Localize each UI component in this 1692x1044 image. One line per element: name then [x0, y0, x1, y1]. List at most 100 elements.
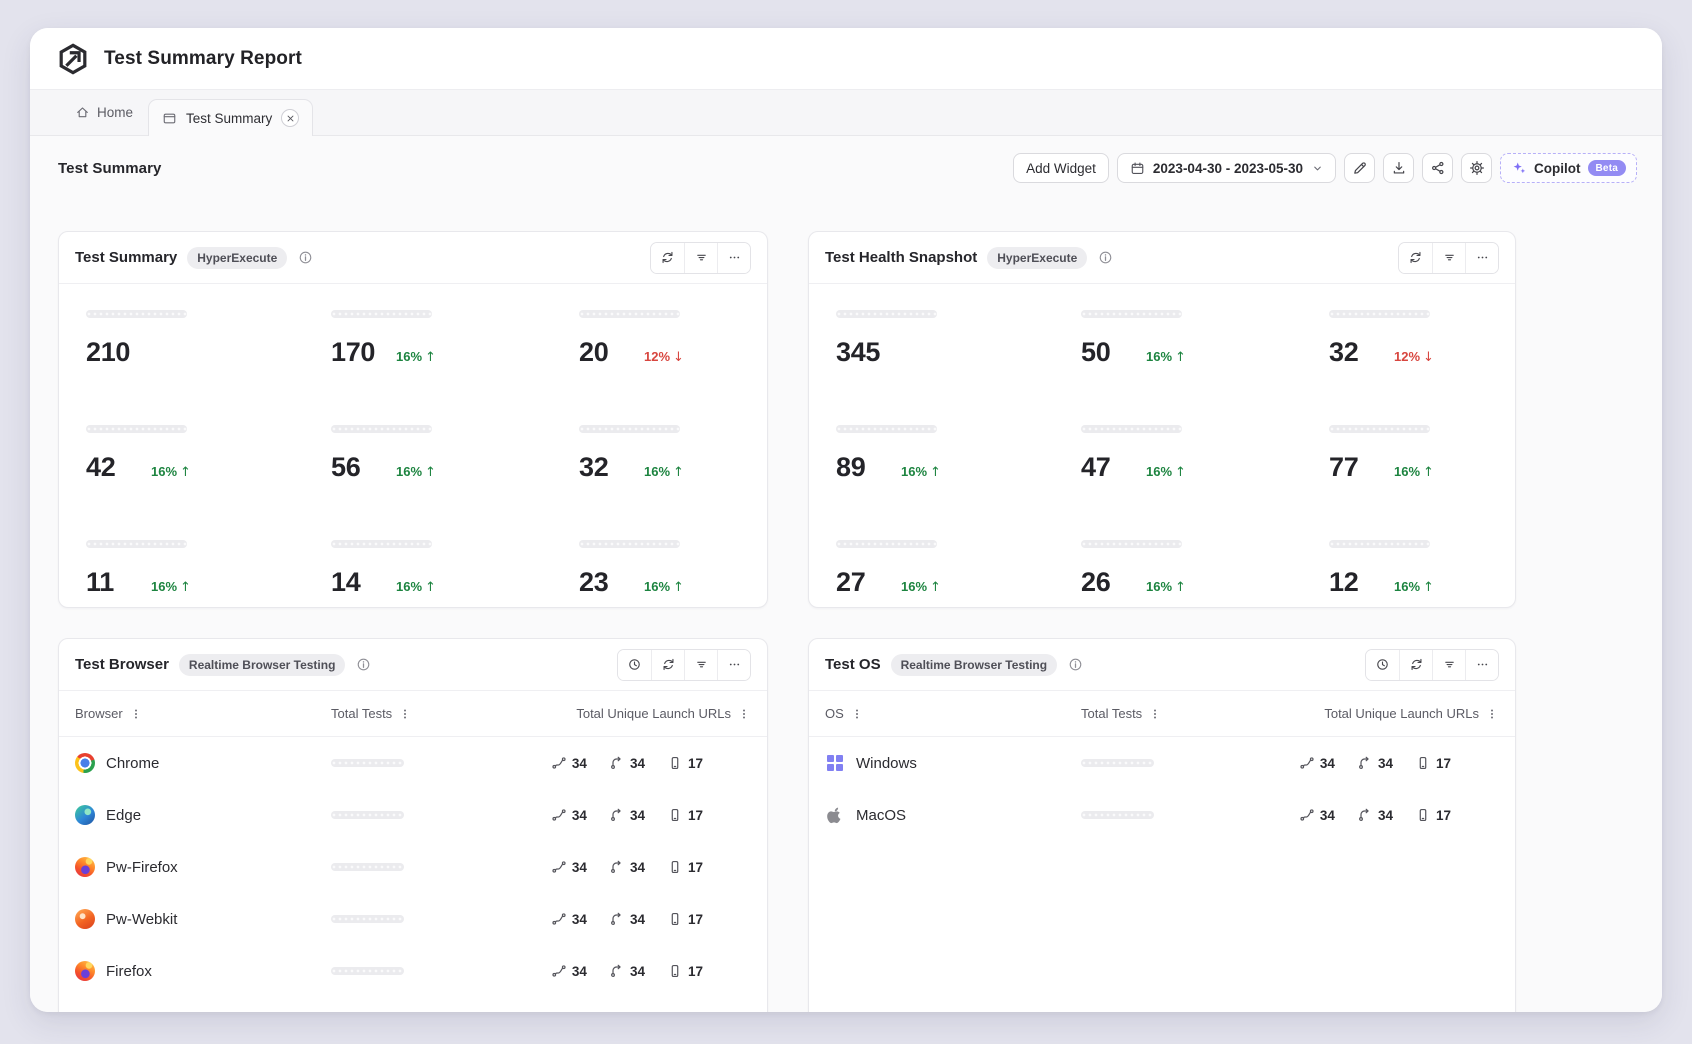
beta-badge: Beta [1588, 160, 1626, 176]
gear-icon [1469, 160, 1485, 176]
column-label: Total Tests [331, 706, 392, 721]
widget-header: Test OS Realtime Browser Testing [809, 639, 1515, 691]
metric-value: 20 [579, 337, 636, 368]
stat-value: 34 [630, 756, 645, 771]
copilot-button[interactable]: Copilot Beta [1500, 153, 1637, 183]
metric-value-row: 56 16%↑ [331, 452, 579, 483]
tab-test-summary[interactable]: Test Summary [148, 99, 313, 136]
stat-value: 34 [572, 860, 587, 875]
arrow-down-icon: ↓ [673, 350, 684, 365]
clock-button[interactable] [618, 650, 651, 680]
row-name: Firefox [106, 963, 152, 980]
metric-delta: 16%↑ [396, 464, 436, 480]
more-button[interactable] [1465, 650, 1498, 680]
stat-value: 34 [572, 964, 587, 979]
more-button[interactable] [717, 650, 750, 680]
date-range-picker[interactable]: 2023-04-30 - 2023-05-30 [1117, 153, 1336, 183]
arrow-up-icon: ↑ [1175, 465, 1186, 480]
widget-badge: Realtime Browser Testing [891, 654, 1057, 676]
column-menu-icon[interactable] [129, 707, 143, 721]
column-menu-icon[interactable] [737, 707, 751, 721]
refresh-button[interactable] [651, 650, 684, 680]
refresh-button[interactable] [1399, 650, 1432, 680]
metrics-grid: 210 170 16%↑ 20 12%↓ 42 16%↑ 56 [59, 284, 767, 655]
column-menu-icon[interactable] [398, 707, 412, 721]
column-label: Total Tests [1081, 706, 1142, 721]
info-icon[interactable] [1097, 249, 1114, 266]
metric-label-skeleton [1329, 540, 1430, 548]
filter-button[interactable] [684, 650, 717, 680]
mobile-icon [667, 859, 683, 875]
metric-delta: 16%↑ [1146, 464, 1186, 480]
info-icon[interactable] [355, 656, 372, 673]
metric-value: 27 [836, 567, 893, 598]
more-button[interactable] [717, 243, 750, 273]
stat-value: 34 [1378, 808, 1393, 823]
value-skeleton [331, 811, 404, 819]
metric-delta: 16%↑ [151, 579, 191, 595]
share-button[interactable] [1422, 153, 1453, 183]
pencil-button[interactable] [1344, 153, 1375, 183]
pencil-icon [1352, 160, 1368, 176]
download-button[interactable] [1383, 153, 1414, 183]
row-name: Edge [106, 807, 141, 824]
browser-table: Browser Total Tests Total Unique Launch … [59, 691, 767, 997]
metric-delta: 16%↑ [396, 579, 436, 595]
metric-value: 345 [836, 337, 893, 368]
info-icon[interactable] [1067, 656, 1084, 673]
column-menu-icon[interactable] [1485, 707, 1499, 721]
widget-badge: HyperExecute [187, 247, 287, 269]
mobile-icon [667, 755, 683, 771]
arrow-up-icon: ↑ [673, 580, 684, 595]
gear-button[interactable] [1461, 153, 1492, 183]
column-menu-icon[interactable] [850, 707, 864, 721]
widget-actions [1398, 242, 1499, 274]
arrow-up-icon: ↑ [180, 465, 191, 480]
refresh-button[interactable] [1399, 243, 1432, 273]
branch-icon [609, 911, 625, 927]
metric-delta: 16%↑ [644, 464, 684, 480]
arrow-up-icon: ↑ [425, 580, 436, 595]
metric-value-row: 47 16%↑ [1081, 452, 1329, 483]
branch-icon [1357, 755, 1373, 771]
metric-cell: 89 16%↑ [836, 425, 1081, 540]
windows-icon [825, 753, 845, 773]
filter-button[interactable] [1432, 243, 1465, 273]
filter-button[interactable] [1432, 650, 1465, 680]
row-name: MacOS [856, 807, 906, 824]
tab-close-button[interactable] [281, 109, 299, 127]
metric-cell: 50 16%↑ [1081, 310, 1329, 425]
filter-button[interactable] [684, 243, 717, 273]
metric-value-row: 32 16%↑ [579, 452, 767, 483]
branch-icon [609, 859, 625, 875]
info-icon[interactable] [297, 249, 314, 266]
stat-value: 34 [630, 860, 645, 875]
table-row: MacOS 343417 [809, 789, 1515, 841]
branch-icon [609, 755, 625, 771]
row-name: Chrome [106, 755, 159, 772]
more-button[interactable] [1465, 243, 1498, 273]
metric-cell: 47 16%↑ [1081, 425, 1329, 540]
stat-value: 17 [688, 964, 703, 979]
refresh-button[interactable] [651, 243, 684, 273]
widget-actions [650, 242, 751, 274]
arrow-down-icon: ↓ [1423, 350, 1434, 365]
column-menu-icon[interactable] [1148, 707, 1162, 721]
metric-value: 14 [331, 567, 388, 598]
stat: 34 [551, 911, 587, 927]
widget-test-os: Test OS Realtime Browser Testing OS Tota… [808, 638, 1516, 1012]
more-icon [727, 250, 742, 265]
clock-button[interactable] [1366, 650, 1399, 680]
stat: 34 [551, 963, 587, 979]
filter-icon [694, 250, 709, 265]
branch-icon [609, 807, 625, 823]
tab-home-label: Home [97, 105, 133, 120]
share-icon [1430, 160, 1446, 176]
metric-value-row: 77 16%↑ [1329, 452, 1515, 483]
add-widget-button[interactable]: Add Widget [1013, 153, 1109, 183]
stat: 17 [1415, 755, 1451, 771]
metric-value: 26 [1081, 567, 1138, 598]
metric-value-row: 50 16%↑ [1081, 337, 1329, 368]
metric-delta: 12%↓ [1394, 349, 1434, 365]
tab-home[interactable]: Home [60, 89, 148, 135]
